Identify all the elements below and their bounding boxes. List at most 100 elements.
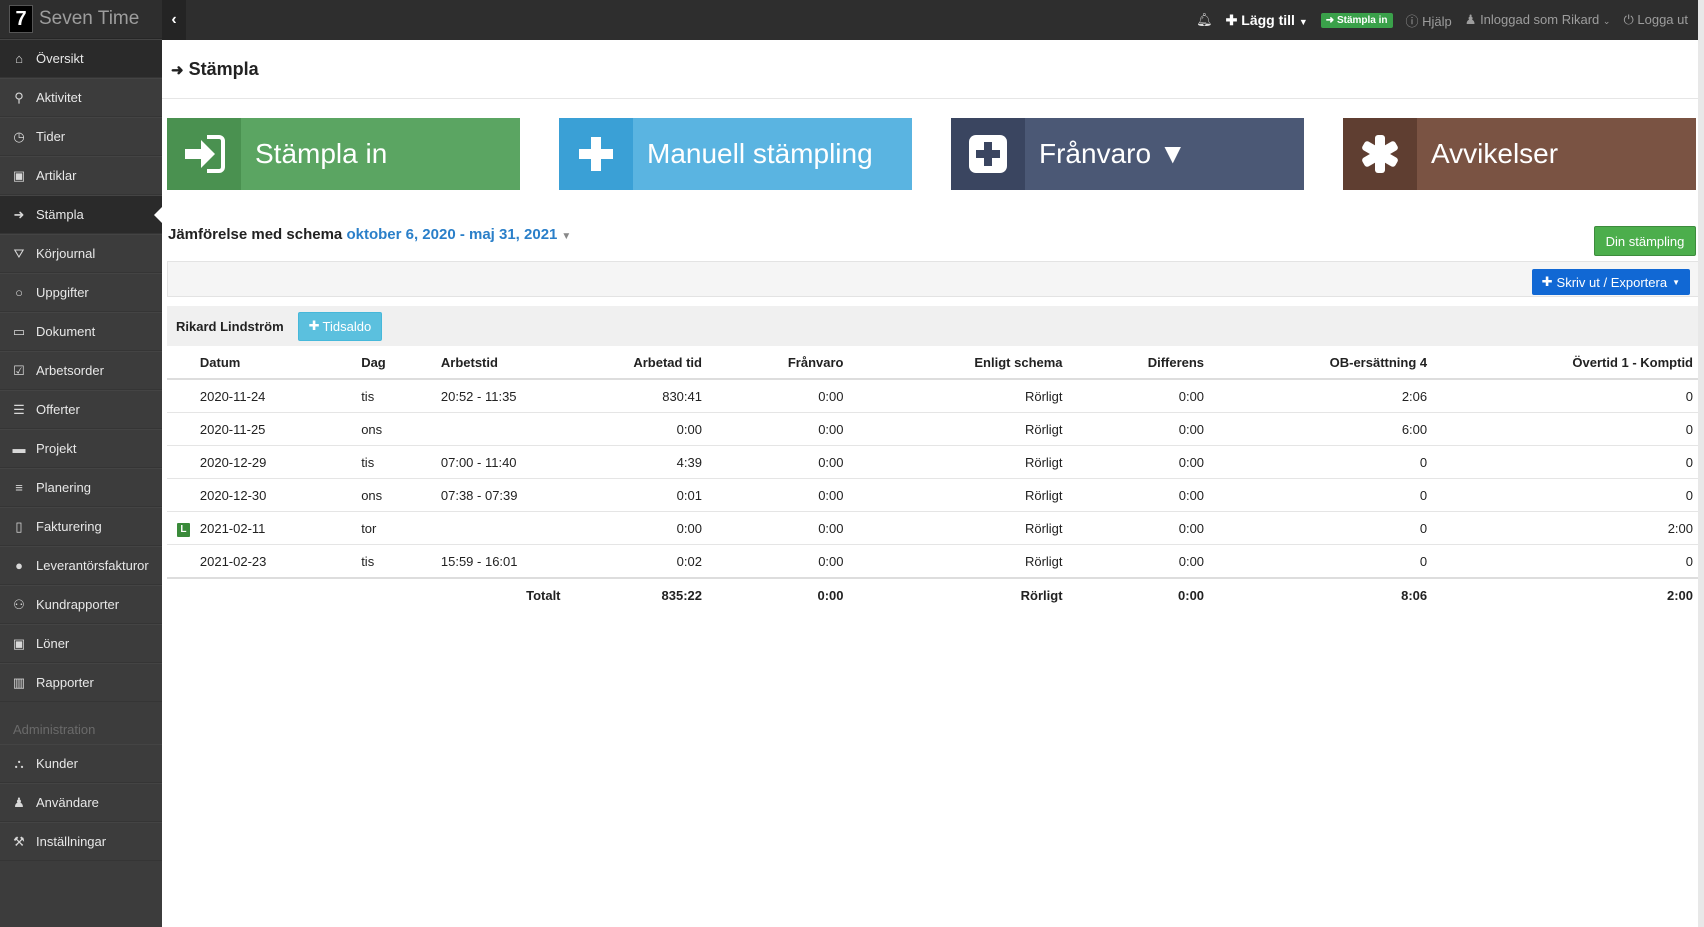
column-header[interactable]: Arbetstid [440,346,561,380]
din-stampling-button[interactable]: Din stämpling [1594,226,1696,256]
sidebar-item-dokument[interactable]: ▭ Dokument [0,312,162,351]
table-row[interactable]: L 2021-02-11 tor 0:00 0:00 Rörligt 0:00 0 2:00 [167,511,1699,545]
schedule-cell: Rörligt [843,478,1063,512]
sidebar-item-fakturering[interactable]: ▯ Fakturering [0,507,162,546]
day-cell[interactable]: ons [361,478,441,512]
sidebar-item-label: Inställningar [36,834,107,849]
sidebar-item-stämpla[interactable]: ➜ Stämpla [0,195,162,234]
total-row: Totalt 835:22 0:00 Rörligt 0:00 8:06 2:00 [167,577,1699,611]
total-overtime-cell: 2:00 [1427,577,1699,611]
add-menu-button[interactable]: ✚ Lägg till ▼ [1226,12,1308,29]
total-schedule-cell: Rörligt [843,577,1063,611]
sidebar-item-kundrapporter[interactable]: ⚇ Kundrapporter [0,585,162,624]
absence-cell: 0:00 [701,412,844,446]
table-row[interactable]: 2020-12-29 tis 07:00 - 11:40 4:39 0:00 Rörlig… [167,445,1699,479]
sidebar-item-kunder[interactable]: ⛬ Kunder [0,744,162,783]
sidebar-item-artiklar[interactable]: ▣ Artiklar [0,156,162,195]
ob-cell: 2:06 [1204,379,1428,413]
column-header[interactable]: Övertid 1 - Komptid [1427,346,1699,380]
day-cell[interactable]: tor [361,511,441,545]
absence-cell: 0:00 [701,478,844,512]
table-row[interactable]: 2020-11-24 tis 20:52 - 11:35 830:41 0:00 Rörl… [167,379,1699,413]
stampla-in-badge[interactable]: ➜ Stämpla in [1320,12,1393,28]
comparison-prefix: Jämförelse med schema [168,226,343,243]
sidebar-item-arbetsorder[interactable]: ☑ Arbetsorder [0,351,162,390]
franvaro-tile[interactable]: Frånvaro ▼ [951,118,1304,190]
day-cell[interactable]: tis [361,445,441,479]
day-cell[interactable]: tis [361,544,441,579]
date-cell: 2020-12-29 [199,445,362,479]
avvikelser-tile[interactable]: Avvikelser [1343,118,1696,190]
flag-cell [167,379,200,413]
collapse-sidebar-button[interactable]: ‹ [162,0,186,40]
column-header[interactable]: Frånvaro [701,346,844,380]
schedule-cell: Rörligt [843,379,1063,413]
day-cell [361,577,441,611]
sidebar-item-löner[interactable]: ▣ Löner [0,624,162,663]
sidebar-item-uppgifter[interactable]: ○ Uppgifter [0,273,162,312]
table-row[interactable]: 2020-11-25 ons 0:00 0:00 Rörligt 0:00 6:00 0 [167,412,1699,446]
total-worked-cell: 835:22 [560,577,702,611]
sidebar-item-körjournal[interactable]: ⛛ Körjournal [0,234,162,273]
stampla-in-tile[interactable]: Stämpla in [167,118,520,190]
sidebar-item-tider[interactable]: ◷ Tider [0,117,162,156]
date-cell: 2021-02-23 [199,544,362,579]
day-cell[interactable]: tis [361,379,441,413]
column-header[interactable]: OB-ersättning 4 [1204,346,1428,380]
column-header[interactable]: Datum [199,346,362,380]
brand-name: Seven Time [39,8,140,29]
sidebar-item-label: Stämpla [36,207,84,222]
table-body: 2020-11-24 tis 20:52 - 11:35 830:41 0:00 Rörl… [167,379,1699,611]
file-icon: ▯ [15,518,23,534]
road-icon: ⛛ [13,245,25,261]
sidebar-item-offerter[interactable]: ☰ Offerter [0,390,162,429]
plus-icon: ✚ [308,318,320,333]
sidebar-item-inställningar[interactable]: ⚒ Inställningar [0,822,162,861]
schedule-cell: Rörligt [843,412,1063,446]
flag-cell [167,478,200,512]
user-row: Rikard Lindström ✚ Tidsaldo [167,306,1699,346]
column-header[interactable]: Differens [1062,346,1205,380]
page-title: ➜ Stämpla [171,59,259,80]
sidebar-item-rapporter[interactable]: ▥ Rapporter [0,663,162,702]
sidebar-item-leverantörsfakturor[interactable]: ● Leverantörsfakturor [0,546,162,585]
sidebar-item-användare[interactable]: ♟ Användare [0,783,162,822]
help-link[interactable]: ⓘ Hjälp [1406,11,1452,30]
sidebar-item-label: Leverantörsfakturor [36,558,149,573]
schedule-cell: Rörligt [843,511,1063,545]
briefcase-icon: ▬ [12,441,26,456]
sign-in-icon: ➜ [1325,14,1335,26]
bell-icon[interactable]: 🔔︎ [1196,12,1213,28]
day-cell[interactable]: ons [361,412,441,446]
user-icon: ♟ [13,794,25,810]
sidebar-item-planering[interactable]: ≡ Planering [0,468,162,507]
caret-down-icon: ▼ [1298,16,1308,27]
date-cell: 2020-12-30 [199,478,362,512]
worked-cell: 4:39 [560,445,702,479]
logout-link[interactable]: ⏻ Logga ut [1623,12,1688,28]
sidebar-item-översikt[interactable]: ⌂ Översikt [0,39,162,78]
column-header[interactable]: Dag [361,346,441,380]
tidsaldo-button[interactable]: ✚ Tidsaldo [297,311,383,341]
sidebar-item-aktivitet[interactable]: ⚲ Aktivitet [0,78,162,117]
sidebar-item-label: Dokument [36,324,96,339]
worked-cell: 0:00 [560,511,702,545]
sidebar-item-label: Uppgifter [36,285,89,300]
sidebar-item-projekt[interactable]: ▬ Projekt [0,429,162,468]
column-header[interactable]: Arbetad tid [560,346,702,380]
brand[interactable]: 7 Seven Time [0,0,162,39]
manuell-stampling-tile-label: Manuell stämpling [647,138,873,169]
user-menu[interactable]: ♟ Inloggad som Rikard ⌄ [1465,12,1611,28]
page-scrollbar[interactable] [1698,0,1704,927]
column-header[interactable]: Enligt schema [843,346,1063,380]
export-button[interactable]: ✚ Skriv ut / Exportera ▼ [1531,269,1690,295]
table-row[interactable]: 2021-02-23 tis 15:59 - 16:01 0:02 0:00 Rörlig… [167,544,1699,579]
date-cell: 2020-11-25 [199,412,362,446]
table-row[interactable]: 2020-12-30 ons 07:38 - 07:39 0:01 0:00 Rörlig… [167,478,1699,512]
sidebar-item-label: Rapporter [36,675,94,690]
date-range-picker[interactable]: oktober 6, 2020 - maj 31, 2021 ▼ [346,226,571,243]
worked-cell: 0:01 [560,478,702,512]
plus-icon: ✚ [1225,11,1238,28]
manuell-stampling-tile[interactable]: Manuell stämpling [559,118,912,190]
sidebar-item-label: Körjournal [36,246,96,261]
